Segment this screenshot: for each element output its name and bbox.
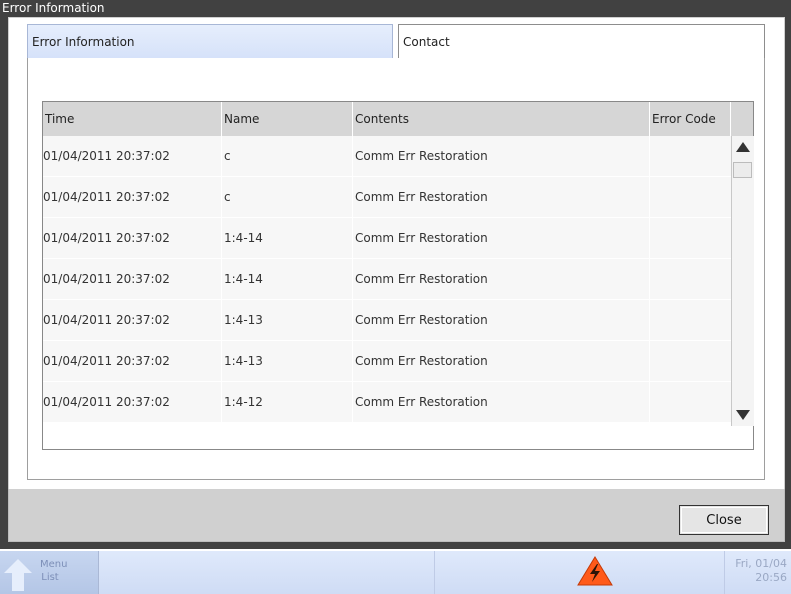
tab-error-information[interactable]: Error Information bbox=[27, 24, 393, 58]
clock-date: Fri, 01/04 bbox=[735, 557, 787, 570]
dialog-footer bbox=[8, 489, 785, 542]
cell-name: 1:4-12 bbox=[224, 395, 263, 409]
triangle-up-icon bbox=[736, 142, 750, 152]
vertical-scrollbar[interactable] bbox=[731, 136, 754, 426]
scrollbar-thumb[interactable] bbox=[733, 162, 752, 178]
table-row[interactable]: 01/04/2011 20:37:02 1:4-14 Comm Err Rest… bbox=[43, 259, 731, 300]
tab-contact[interactable]: Contact bbox=[398, 24, 765, 58]
cell-time: 01/04/2011 20:37:02 bbox=[43, 231, 170, 245]
cell-contents: Comm Err Restoration bbox=[355, 395, 488, 409]
cell-contents: Comm Err Restoration bbox=[355, 231, 488, 245]
menu-list-button[interactable]: Menu List bbox=[0, 551, 99, 594]
menu-label-line2: List bbox=[41, 572, 59, 583]
table-row[interactable]: 01/04/2011 20:37:02 c Comm Err Restorati… bbox=[43, 136, 731, 177]
column-header-contents: Contents bbox=[355, 112, 409, 126]
taskbar: Menu List Fri, 01/04 20:56 bbox=[0, 549, 791, 594]
arrow-up-icon bbox=[4, 559, 32, 591]
table-row[interactable]: 01/04/2011 20:37:02 1:4-12 Comm Err Rest… bbox=[43, 382, 731, 423]
cell-name: 1:4-13 bbox=[224, 354, 263, 368]
cell-name: 1:4-14 bbox=[224, 272, 263, 286]
cell-contents: Comm Err Restoration bbox=[355, 313, 488, 327]
window-title: Error Information bbox=[2, 1, 105, 15]
table-row[interactable]: 01/04/2011 20:37:02 1:4-13 Comm Err Rest… bbox=[43, 341, 731, 382]
warning-triangle-icon[interactable] bbox=[577, 556, 613, 586]
cell-time: 01/04/2011 20:37:02 bbox=[43, 272, 170, 286]
cell-time: 01/04/2011 20:37:02 bbox=[43, 395, 170, 409]
cell-contents: Comm Err Restoration bbox=[355, 354, 488, 368]
table-header: Time Name Contents Error Code bbox=[43, 102, 753, 136]
clock-time: 20:56 bbox=[755, 571, 787, 584]
triangle-down-icon bbox=[736, 410, 750, 420]
cell-contents: Comm Err Restoration bbox=[355, 190, 488, 204]
cell-name: c bbox=[224, 149, 231, 163]
cell-name: c bbox=[224, 190, 231, 204]
cell-name: 1:4-14 bbox=[224, 231, 263, 245]
scroll-up-button[interactable] bbox=[732, 136, 754, 158]
clock: Fri, 01/04 20:56 bbox=[735, 557, 787, 585]
column-header-name: Name bbox=[224, 112, 260, 126]
close-button[interactable]: Close bbox=[679, 505, 769, 535]
table-row[interactable]: 01/04/2011 20:37:02 1:4-14 Comm Err Rest… bbox=[43, 218, 731, 259]
cell-time: 01/04/2011 20:37:02 bbox=[43, 354, 170, 368]
cell-name: 1:4-13 bbox=[224, 313, 263, 327]
column-header-time: Time bbox=[45, 112, 75, 126]
cell-time: 01/04/2011 20:37:02 bbox=[43, 149, 170, 163]
cell-contents: Comm Err Restoration bbox=[355, 149, 488, 163]
cell-time: 01/04/2011 20:37:02 bbox=[43, 313, 170, 327]
cell-contents: Comm Err Restoration bbox=[355, 272, 488, 286]
table-row[interactable]: 01/04/2011 20:37:02 1:4-13 Comm Err Rest… bbox=[43, 300, 731, 341]
scroll-down-button[interactable] bbox=[732, 404, 754, 426]
cell-time: 01/04/2011 20:37:02 bbox=[43, 190, 170, 204]
column-header-error-code: Error Code bbox=[652, 112, 716, 126]
menu-label-line1: Menu bbox=[40, 559, 68, 570]
table-row[interactable]: 01/04/2011 20:37:02 c Comm Err Restorati… bbox=[43, 177, 731, 218]
error-table: Time Name Contents Error Code 01/04/2011… bbox=[42, 101, 754, 450]
error-information-window: Error Information Error Information Cont… bbox=[0, 0, 791, 549]
